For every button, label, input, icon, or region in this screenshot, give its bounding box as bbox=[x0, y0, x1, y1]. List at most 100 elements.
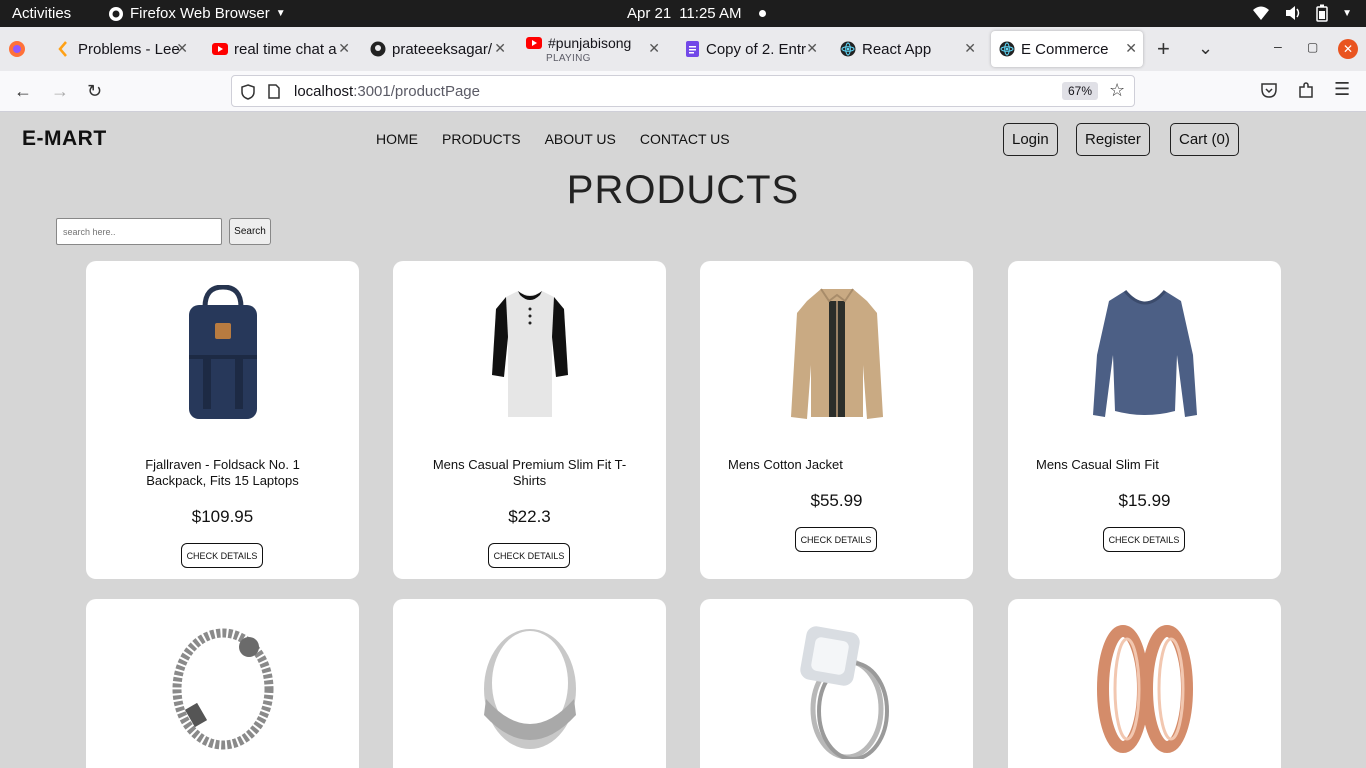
navigation-toolbar: ← → ↻ localhost:3001/productPage 67% ☆ ☰ bbox=[0, 71, 1366, 112]
product-image-diamond-ring[interactable] bbox=[700, 619, 973, 759]
back-button[interactable]: ← bbox=[14, 81, 32, 102]
notification-dot bbox=[759, 10, 767, 17]
site-header: E-MART HOME PRODUCTS ABOUT US CONTACT US… bbox=[0, 112, 1366, 168]
wifi-icon bbox=[1253, 6, 1270, 20]
close-icon[interactable]: ✕ bbox=[806, 40, 818, 57]
youtube-icon bbox=[526, 35, 542, 51]
product-card: Fjallraven - Foldsack No. 1 Backpack, Fi… bbox=[86, 261, 359, 579]
product-image-backpack[interactable] bbox=[86, 285, 359, 425]
product-price: $15.99 bbox=[1118, 491, 1171, 510]
date: Apr 21 bbox=[627, 5, 672, 22]
product-price: $55.99 bbox=[810, 491, 863, 510]
menu-icon[interactable]: ☰ bbox=[1334, 79, 1350, 100]
search-input[interactable] bbox=[56, 218, 222, 245]
clock[interactable]: Apr 21 11:25 AM bbox=[627, 5, 767, 22]
close-icon[interactable]: ✕ bbox=[494, 40, 506, 57]
zoom-indicator[interactable]: 67% bbox=[1062, 82, 1099, 100]
tab-copy-of-entry[interactable]: Copy of 2. Entr ✕ bbox=[676, 31, 824, 67]
product-image-longsleeve[interactable] bbox=[1008, 285, 1281, 425]
reload-button[interactable]: ↻ bbox=[87, 81, 102, 102]
app-menu[interactable]: Firefox Web Browser ▼ bbox=[108, 5, 286, 22]
firefox-icon bbox=[109, 6, 123, 21]
product-name[interactable]: Fjallraven - Foldsack No. 1 Backpack, Fi… bbox=[116, 457, 329, 489]
activities-button[interactable]: Activities bbox=[12, 5, 71, 22]
github-icon bbox=[370, 41, 386, 57]
check-details-button[interactable]: CHECK DETAILS bbox=[795, 527, 877, 552]
tab-github[interactable]: prateeeksagar/ ✕ bbox=[362, 31, 512, 67]
minimize-button[interactable]: – bbox=[1274, 38, 1282, 54]
maximize-button[interactable]: ▢ bbox=[1307, 40, 1318, 54]
chevron-down-icon: ▼ bbox=[1342, 7, 1352, 19]
check-details-button[interactable]: CHECK DETAILS bbox=[488, 543, 570, 568]
system-tray[interactable]: ▼ bbox=[1252, 4, 1352, 22]
tab-react-app[interactable]: React App ✕ bbox=[832, 31, 982, 67]
product-card bbox=[393, 599, 666, 768]
tab-e-commerce[interactable]: E Commerce ✕ bbox=[991, 31, 1143, 67]
brand-logo[interactable]: E-MART bbox=[22, 127, 107, 151]
firefox-view-button[interactable] bbox=[0, 31, 42, 67]
check-details-button[interactable]: CHECK DETAILS bbox=[181, 543, 263, 568]
cart-button[interactable]: Cart (0) bbox=[1170, 123, 1239, 156]
tab-title: #punjabisong bbox=[548, 35, 632, 51]
page-title: PRODUCTS bbox=[566, 168, 800, 212]
main-menu: HOME PRODUCTS ABOUT US CONTACT US bbox=[376, 131, 730, 147]
menu-about-us[interactable]: ABOUT US bbox=[545, 131, 616, 147]
product-name[interactable]: Mens Casual Premium Slim Fit T-Shirts bbox=[423, 457, 636, 489]
firefox-icon bbox=[9, 41, 25, 57]
volume-icon bbox=[1286, 6, 1300, 20]
time: 11:25 AM bbox=[679, 5, 742, 22]
bookmark-star-icon[interactable]: ☆ bbox=[1109, 80, 1125, 101]
url-path: :3001/productPage bbox=[353, 83, 480, 100]
playing-label: PLAYING bbox=[546, 53, 591, 64]
extensions-icon[interactable] bbox=[1298, 82, 1314, 99]
new-tab-button[interactable]: + bbox=[1157, 36, 1170, 62]
forward-button[interactable]: → bbox=[51, 81, 69, 102]
menu-products[interactable]: PRODUCTS bbox=[442, 131, 521, 147]
tab-title: prateeeksagar/ bbox=[392, 40, 493, 58]
product-card bbox=[1008, 599, 1281, 768]
page-icon bbox=[268, 84, 280, 99]
react-icon bbox=[840, 41, 856, 57]
product-name[interactable]: Mens Casual Slim Fit bbox=[1036, 457, 1261, 473]
docs-icon bbox=[684, 41, 700, 57]
tab-title: Problems - Lee bbox=[78, 40, 180, 58]
react-icon bbox=[999, 41, 1015, 57]
product-image-tshirt[interactable] bbox=[393, 285, 666, 425]
search-button[interactable]: Search bbox=[229, 218, 271, 245]
product-image-rose-gold-rings[interactable] bbox=[1008, 619, 1281, 759]
register-button[interactable]: Register bbox=[1076, 123, 1150, 156]
product-image-jacket[interactable] bbox=[700, 285, 973, 425]
product-image-ring[interactable] bbox=[393, 619, 666, 759]
tab-title: E Commerce bbox=[1021, 40, 1109, 58]
product-image-bracelet[interactable] bbox=[86, 619, 359, 759]
tab-punjabisong[interactable]: #punjabisong PLAYING ✕ bbox=[518, 31, 666, 67]
product-name[interactable]: Mens Cotton Jacket bbox=[728, 457, 953, 473]
product-card: Mens Casual Slim Fit $15.99 CHECK DETAIL… bbox=[1008, 261, 1281, 579]
check-details-button[interactable]: CHECK DETAILS bbox=[1103, 527, 1185, 552]
product-card: Mens Cotton Jacket $55.99 CHECK DETAILS bbox=[700, 261, 973, 579]
close-icon[interactable]: ✕ bbox=[648, 40, 660, 57]
product-price: $109.95 bbox=[191, 507, 254, 526]
window-close-button[interactable]: ✕ bbox=[1338, 39, 1358, 59]
tab-realtime-chat[interactable]: real time chat a ✕ bbox=[204, 31, 356, 67]
close-icon[interactable]: ✕ bbox=[1125, 40, 1137, 57]
tab-problems[interactable]: Problems - Lee ✕ bbox=[48, 31, 194, 67]
list-tabs-button[interactable]: ⌄ bbox=[1198, 38, 1213, 59]
close-icon[interactable]: ✕ bbox=[176, 40, 188, 57]
close-icon[interactable]: ✕ bbox=[964, 40, 976, 57]
menu-contact-us[interactable]: CONTACT US bbox=[640, 131, 730, 147]
pocket-icon[interactable] bbox=[1261, 83, 1277, 98]
tab-title: React App bbox=[862, 40, 932, 58]
url-text: localhost:3001/productPage bbox=[294, 83, 480, 100]
system-top-bar: Activities Firefox Web Browser ▼ Apr 21 … bbox=[0, 0, 1366, 27]
menu-home[interactable]: HOME bbox=[376, 131, 418, 147]
close-icon[interactable]: ✕ bbox=[338, 40, 350, 57]
address-bar[interactable]: localhost:3001/productPage 67% ☆ bbox=[231, 75, 1135, 107]
login-button[interactable]: Login bbox=[1003, 123, 1058, 156]
tab-title: real time chat a bbox=[234, 40, 337, 58]
product-card bbox=[86, 599, 359, 768]
battery-icon bbox=[1316, 4, 1328, 22]
product-card bbox=[700, 599, 973, 768]
tab-strip: Problems - Lee ✕ real time chat a ✕ prat… bbox=[0, 27, 1366, 71]
product-price: $22.3 bbox=[508, 507, 551, 526]
